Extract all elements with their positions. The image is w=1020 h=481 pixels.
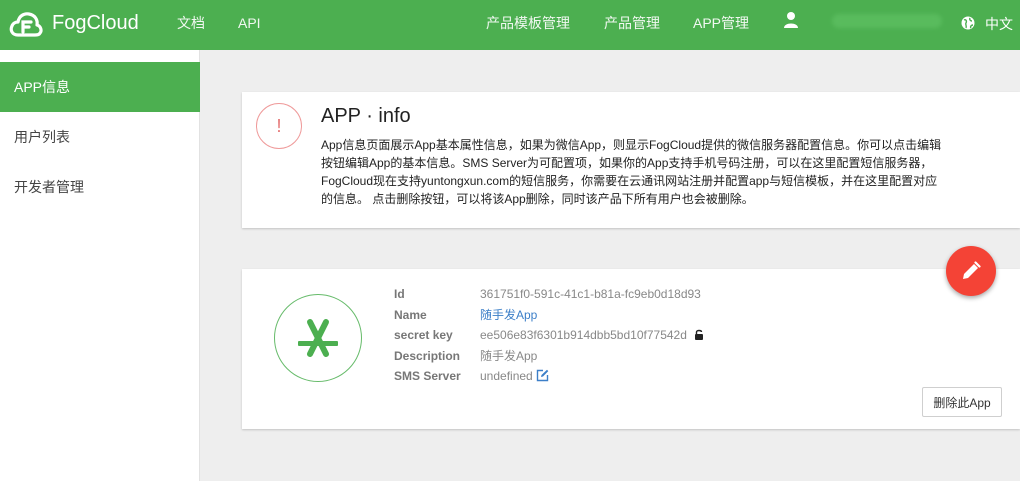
app-sms-value: undefined: [480, 369, 533, 383]
app-description-value: 随手发App: [480, 349, 538, 363]
app-store-icon: [274, 294, 362, 382]
app-name-link[interactable]: 随手发App: [480, 306, 537, 324]
globe-icon[interactable]: [961, 16, 975, 30]
edit-app-button[interactable]: [946, 246, 996, 296]
edit-sms-icon[interactable]: [536, 369, 549, 382]
sidebar-item-app-info[interactable]: APP信息: [0, 62, 200, 112]
user-name-redacted[interactable]: [832, 14, 942, 28]
info-card: ! APP · info App信息页面展示App基本属性信息，如果为微信App…: [242, 92, 1020, 228]
sidebar-item-user-list[interactable]: 用户列表: [0, 112, 200, 162]
app-description-label: Description: [394, 349, 461, 363]
unlock-icon[interactable]: [694, 329, 704, 340]
cloud-f-logo-icon[interactable]: [8, 7, 44, 43]
nav-app-management[interactable]: APP管理: [693, 14, 749, 32]
top-navbar: FogCloud 文档 API 产品模板管理 产品管理 APP管理 中文: [0, 0, 1020, 50]
info-title: APP · info: [321, 105, 411, 127]
user-icon[interactable]: [783, 11, 799, 29]
app-name-label: Name: [394, 308, 427, 322]
app-id-label: Id: [394, 287, 405, 301]
app-secret-label: secret key: [394, 328, 453, 342]
app-sms-label: SMS Server: [394, 369, 461, 383]
nav-api[interactable]: API: [238, 14, 261, 32]
app-secret-value: ee506e83f6301b914dbb5bd10f77542d: [480, 328, 687, 342]
sidebar: APP信息 用户列表 开发者管理: [0, 50, 200, 481]
app-id-value: 361751f0-591c-41c1-b81a-fc9eb0d18d93: [480, 287, 701, 301]
alert-icon: !: [256, 103, 302, 149]
app-detail-card: Id 361751f0-591c-41c1-b81a-fc9eb0d18d93 …: [242, 269, 1020, 429]
info-description: App信息页面展示App基本属性信息，如果为微信App，则显示FogCloud提…: [321, 138, 942, 206]
delete-app-button[interactable]: 删除此App: [922, 387, 1002, 417]
brand-name[interactable]: FogCloud: [52, 11, 139, 35]
nav-product-management[interactable]: 产品管理: [604, 14, 660, 32]
nav-product-template-management[interactable]: 产品模板管理: [486, 14, 570, 32]
nav-docs[interactable]: 文档: [177, 14, 205, 32]
sidebar-item-developer-management[interactable]: 开发者管理: [0, 162, 200, 212]
pencil-icon: [963, 261, 981, 279]
language-switch[interactable]: 中文: [985, 14, 1013, 34]
